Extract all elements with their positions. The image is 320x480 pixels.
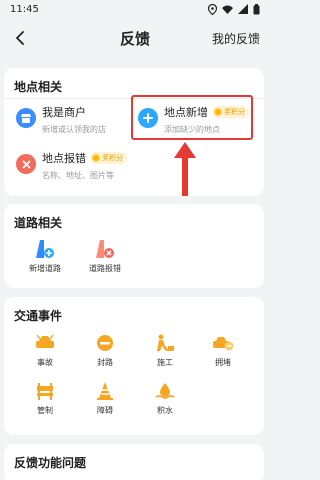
construction-label: 施工: [157, 358, 173, 367]
obstacle-item[interactable]: 障碍: [80, 380, 130, 416]
points-badge: 奖积分: [90, 152, 127, 164]
feature-issues-card: 反馈功能问题: [4, 444, 264, 480]
congestion-icon: [211, 332, 235, 354]
place-error-icon: [16, 154, 36, 174]
battery-icon: [253, 3, 260, 15]
highlight-box: [131, 95, 253, 140]
flooding-label: 积水: [157, 406, 173, 415]
merchant-item[interactable]: 我是商户 新增或认领我的店: [16, 104, 106, 135]
merchant-title: 我是商户: [42, 106, 86, 119]
congestion-label: 拥堵: [215, 358, 231, 367]
add-road-label: 新增道路: [29, 264, 61, 273]
obstacle-label: 障碍: [97, 406, 113, 415]
control-icon: [33, 380, 57, 402]
accident-label: 事故: [37, 358, 53, 367]
construction-icon: [153, 332, 177, 354]
add-road-item[interactable]: 新增道路: [20, 238, 70, 274]
road-section-title: 道路相关: [14, 216, 63, 230]
control-item[interactable]: 管制: [20, 380, 70, 416]
construction-item[interactable]: 施工: [140, 332, 190, 368]
obstacle-icon: [93, 380, 117, 402]
red-pointer-arrow: [174, 142, 196, 196]
header: 反馈 我的反馈: [0, 22, 270, 54]
congestion-item[interactable]: 拥堵: [198, 332, 248, 368]
my-feedback-link[interactable]: 我的反馈: [212, 30, 260, 47]
signal-icon: [238, 4, 248, 14]
merchant-icon: [16, 108, 36, 128]
merchant-subtitle: 新增或认领我的店: [42, 125, 106, 134]
report-place-error-item[interactable]: 地点报错 奖积分 名称、地址、图片等: [16, 150, 127, 181]
traffic-section-title: 交通事件: [14, 309, 63, 323]
road-closed-icon: [93, 332, 117, 354]
road-error-icon: [93, 238, 117, 260]
wifi-icon: [222, 5, 233, 14]
road-closed-item[interactable]: 封路: [80, 332, 130, 368]
report-place-error-subtitle: 名称、地址、图片等: [42, 171, 114, 180]
accident-item[interactable]: 事故: [20, 332, 70, 368]
back-button[interactable]: [10, 28, 30, 48]
report-place-error-title: 地点报错: [42, 152, 86, 165]
flooding-icon: [153, 380, 177, 402]
feature-section-title: 反馈功能问题: [14, 456, 87, 470]
back-arrow-icon: [16, 31, 24, 45]
location-status-icon: [208, 3, 217, 15]
status-time: 11:45: [10, 3, 39, 15]
location-section-title: 地点相关: [14, 80, 63, 94]
accident-icon: [33, 332, 57, 354]
control-label: 管制: [37, 406, 53, 415]
status-bar: 11:45: [0, 0, 270, 18]
coin-icon: [92, 154, 100, 162]
road-add-icon: [33, 238, 57, 260]
points-badge-label: 奖积分: [102, 154, 123, 162]
road-closed-label: 封路: [97, 358, 113, 367]
flooding-item[interactable]: 积水: [140, 380, 190, 416]
road-error-item[interactable]: 道路报错: [80, 238, 130, 274]
road-error-label: 道路报错: [89, 264, 121, 273]
